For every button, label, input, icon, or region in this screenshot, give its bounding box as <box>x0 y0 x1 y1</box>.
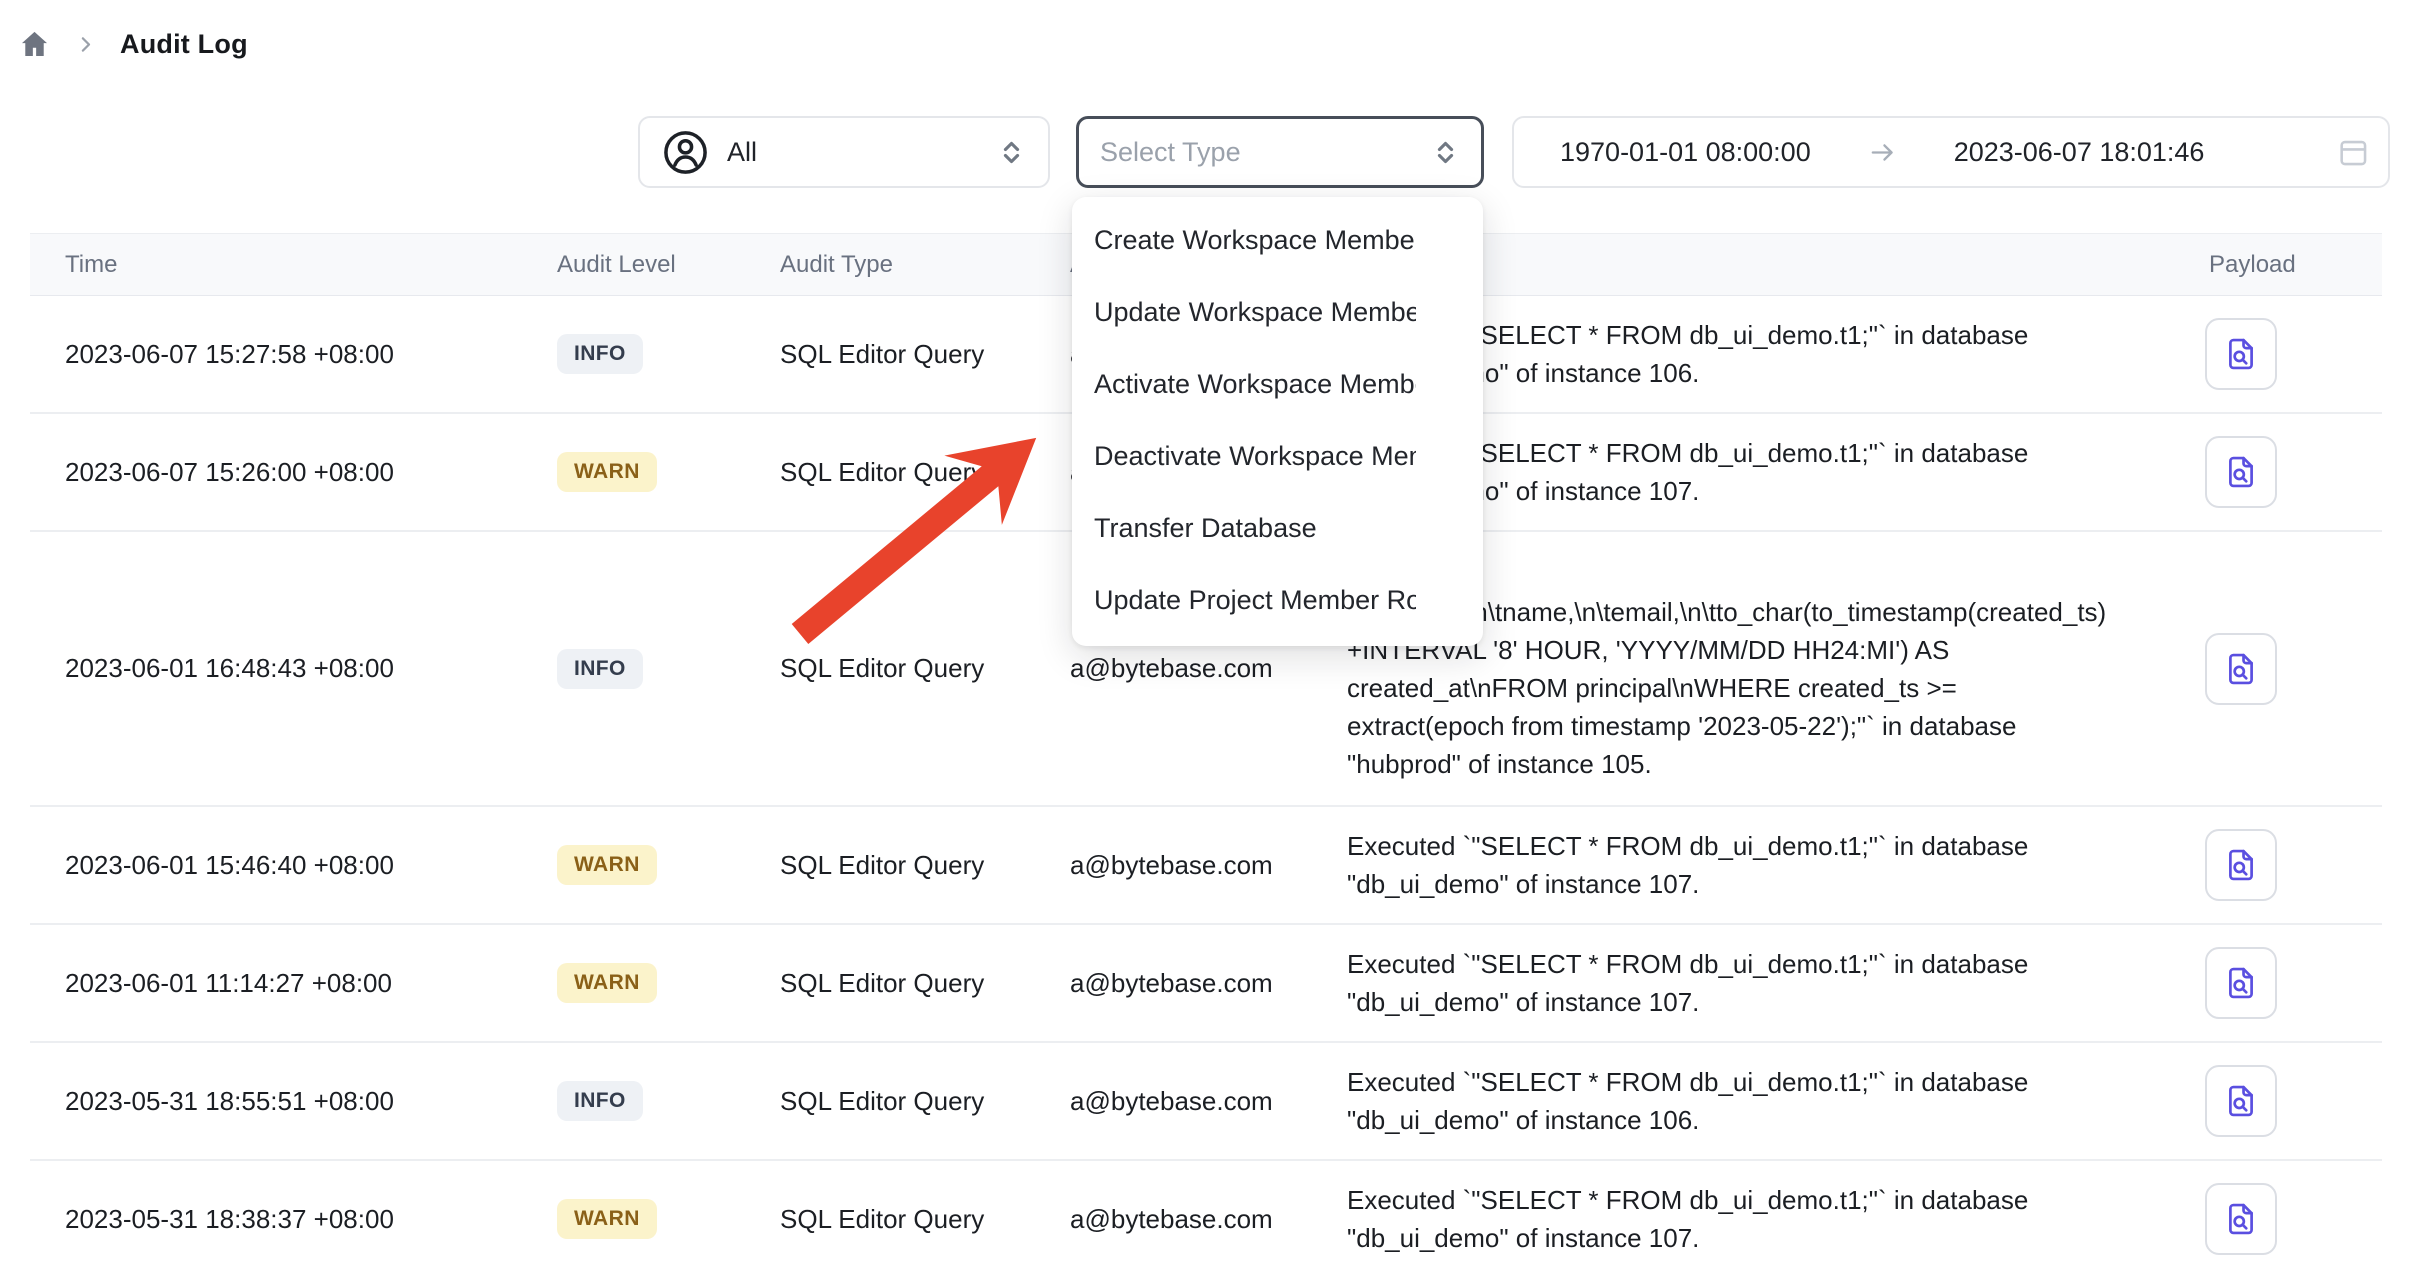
cell-audit-type: SQL Editor Query <box>780 850 1070 881</box>
cell-audit-type: SQL Editor Query <box>780 457 1070 488</box>
cell-audit-type: SQL Editor Query <box>780 1086 1070 1117</box>
filter-bar: All Select Type 1970-01-01 08:00:00 2023… <box>638 116 2390 188</box>
cell-actor: a@bytebase.com <box>1070 968 1347 999</box>
home-icon[interactable] <box>18 28 51 61</box>
cell-time: 2023-06-01 15:46:40 +08:00 <box>30 850 557 881</box>
header-time: Time <box>30 251 557 279</box>
arrow-right-icon <box>1867 137 1898 168</box>
payload-view-button[interactable] <box>2205 1183 2277 1255</box>
cell-audit-level: INFO <box>557 1081 780 1121</box>
time-range-start-input[interactable]: 1970-01-01 08:00:00 <box>1560 137 1811 168</box>
audit-level-badge: WARN <box>557 845 657 885</box>
cell-comment: Executed `"SELECT * FROM db_ui_demo.t1;"… <box>1347 807 2175 923</box>
breadcrumb: Audit Log <box>18 24 248 64</box>
audit-level-badge: INFO <box>557 1081 643 1121</box>
cell-comment: Executed `"SELECT * FROM db_ui_demo.t1;"… <box>1347 925 2175 1041</box>
dropdown-option[interactable]: Deactivate Workspace Member <box>1072 420 1416 492</box>
payload-view-button[interactable] <box>2205 829 2277 901</box>
dropdown-option[interactable]: Transfer Database <box>1072 492 1416 564</box>
cell-audit-level: INFO <box>557 649 780 689</box>
page-title: Audit Log <box>120 29 248 60</box>
header-payload: Payload <box>2175 251 2382 279</box>
payload-view-button[interactable] <box>2205 318 2277 390</box>
cell-audit-level: WARN <box>557 452 780 492</box>
cell-payload <box>2175 633 2382 705</box>
audit-log-page: Audit Log All Select Type 1970-01-01 <box>0 0 2410 1268</box>
dropdown-option[interactable]: Update Project Member Role <box>1072 564 1416 636</box>
audit-level-badge: WARN <box>557 963 657 1003</box>
cell-audit-level: WARN <box>557 963 780 1003</box>
cell-comment: Executed `"SELECT * FROM db_ui_demo.t1;"… <box>1347 1043 2175 1159</box>
cell-time: 2023-06-01 16:48:43 +08:00 <box>30 653 557 684</box>
cell-audit-level: INFO <box>557 334 780 374</box>
cell-payload <box>2175 947 2382 1019</box>
calendar-icon[interactable] <box>2336 135 2370 169</box>
cell-time: 2023-05-31 18:38:37 +08:00 <box>30 1204 557 1235</box>
chevron-up-down-icon <box>1431 138 1460 167</box>
time-range-end-input[interactable]: 2023-06-07 18:01:46 <box>1954 137 2205 168</box>
payload-view-button[interactable] <box>2205 947 2277 1019</box>
table-row: 2023-06-01 11:14:27 +08:00 WARN SQL Edit… <box>30 925 2382 1043</box>
payload-view-button[interactable] <box>2205 436 2277 508</box>
cell-audit-type: SQL Editor Query <box>780 339 1070 370</box>
cell-payload <box>2175 1065 2382 1137</box>
cell-actor: a@bytebase.com <box>1070 1204 1347 1235</box>
time-range-picker[interactable]: 1970-01-01 08:00:00 2023-06-07 18:01:46 <box>1512 116 2390 188</box>
actor-filter-value: All <box>727 137 757 168</box>
user-circle-icon <box>662 129 709 176</box>
audit-level-badge: INFO <box>557 649 643 689</box>
type-filter-dropdown: Create Workspace Member Update Workspace… <box>1072 197 1483 646</box>
cell-payload <box>2175 829 2382 901</box>
cell-comment: Executed `"SELECT * FROM db_ui_demo.t1;"… <box>1347 1161 2175 1268</box>
dropdown-option[interactable]: Create Workspace Member <box>1072 204 1416 276</box>
dropdown-option[interactable]: Activate Workspace Member <box>1072 348 1416 420</box>
chevron-right-icon <box>75 34 96 55</box>
cell-time: 2023-06-07 15:26:00 +08:00 <box>30 457 557 488</box>
chevron-up-down-icon <box>997 138 1026 167</box>
cell-audit-type: SQL Editor Query <box>780 1204 1070 1235</box>
header-audit-level: Audit Level <box>557 251 780 279</box>
cell-time: 2023-05-31 18:55:51 +08:00 <box>30 1086 557 1117</box>
cell-audit-type: SQL Editor Query <box>780 653 1070 684</box>
payload-view-button[interactable] <box>2205 633 2277 705</box>
cell-actor: a@bytebase.com <box>1070 653 1347 684</box>
table-row: 2023-06-01 15:46:40 +08:00 WARN SQL Edit… <box>30 807 2382 925</box>
audit-level-badge: WARN <box>557 1199 657 1239</box>
table-row: 2023-05-31 18:38:37 +08:00 WARN SQL Edit… <box>30 1161 2382 1268</box>
audit-level-badge: WARN <box>557 452 657 492</box>
cell-audit-level: WARN <box>557 845 780 885</box>
cell-time: 2023-06-07 15:27:58 +08:00 <box>30 339 557 370</box>
cell-payload <box>2175 318 2382 390</box>
audit-level-badge: INFO <box>557 334 643 374</box>
actor-filter-select[interactable]: All <box>638 116 1050 188</box>
type-filter-select[interactable]: Select Type <box>1076 116 1484 188</box>
payload-view-button[interactable] <box>2205 1065 2277 1137</box>
cell-payload <box>2175 1183 2382 1255</box>
cell-payload <box>2175 436 2382 508</box>
cell-time: 2023-06-01 11:14:27 +08:00 <box>30 968 557 999</box>
cell-audit-level: WARN <box>557 1199 780 1239</box>
cell-actor: a@bytebase.com <box>1070 1086 1347 1117</box>
dropdown-option[interactable]: Update Workspace Member Role <box>1072 276 1416 348</box>
table-row: 2023-05-31 18:55:51 +08:00 INFO SQL Edit… <box>30 1043 2382 1161</box>
cell-audit-type: SQL Editor Query <box>780 968 1070 999</box>
cell-actor: a@bytebase.com <box>1070 850 1347 881</box>
header-audit-type: Audit Type <box>780 251 1070 279</box>
type-filter-placeholder: Select Type <box>1100 137 1241 168</box>
